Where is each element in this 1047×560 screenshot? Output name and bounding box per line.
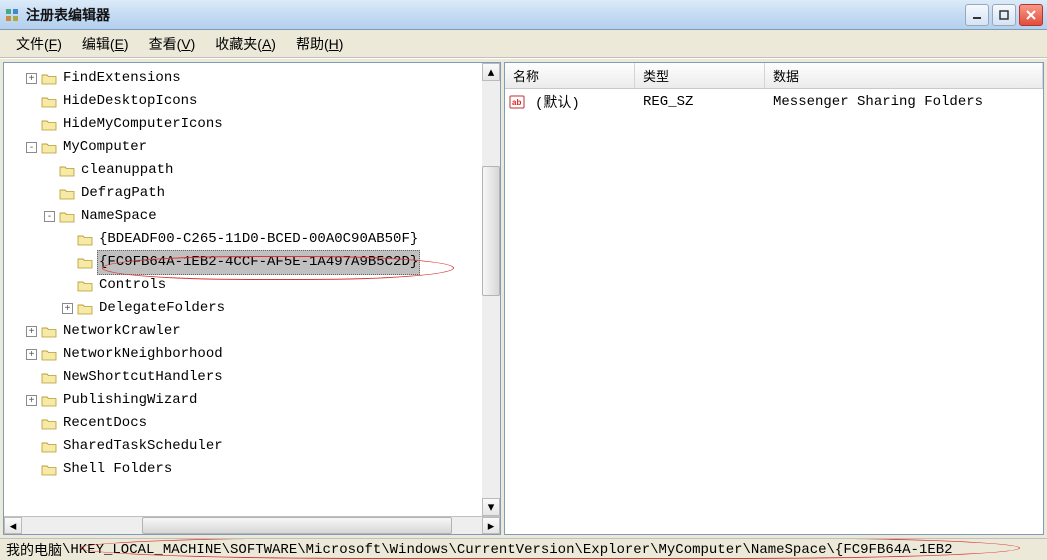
tree-item-label[interactable]: NetworkCrawler xyxy=(61,320,183,343)
scroll-thumb[interactable] xyxy=(482,166,500,296)
folder-icon xyxy=(77,256,93,270)
tree-item-label[interactable]: {BDEADF00-C265-11D0-BCED-00A0C90AB50F} xyxy=(97,228,420,251)
tree-item-label[interactable]: HideDesktopIcons xyxy=(61,90,199,113)
list-header: 名称 类型 数据 xyxy=(505,63,1043,89)
scroll-down-icon[interactable]: ▾ xyxy=(482,498,500,516)
close-button[interactable] xyxy=(1019,4,1043,26)
folder-icon xyxy=(41,325,57,339)
list-row[interactable]: ab (默认)REG_SZMessenger Sharing Folders xyxy=(505,91,1043,113)
statusbar: 我的电脑\HKEY_LOCAL_MACHINE\SOFTWARE\Microso… xyxy=(0,538,1047,560)
folder-icon xyxy=(77,279,93,293)
tree-item[interactable]: HideDesktopIcons xyxy=(8,90,500,113)
tree-horizontal-scrollbar[interactable]: ◂ ▸ xyxy=(4,516,500,534)
tree-item-label[interactable]: DefragPath xyxy=(79,182,167,205)
value-name: (默认) xyxy=(527,92,635,112)
tree-item-label[interactable]: cleanuppath xyxy=(79,159,175,182)
folder-icon xyxy=(59,210,75,224)
tree-item-label[interactable]: Controls xyxy=(97,274,168,297)
col-type[interactable]: 类型 xyxy=(635,63,765,88)
tree-item[interactable]: {BDEADF00-C265-11D0-BCED-00A0C90AB50F} xyxy=(8,228,500,251)
collapse-icon[interactable]: - xyxy=(44,211,55,222)
menu-favorites[interactable]: 收藏夹(A) xyxy=(205,30,286,58)
tree-item-label[interactable]: {FC9FB64A-1EB2-4CCF-AF5E-1A497A9B5C2D} xyxy=(97,250,420,275)
folder-icon xyxy=(41,371,57,385)
folder-icon xyxy=(41,417,57,431)
folder-icon xyxy=(41,394,57,408)
svg-text:ab: ab xyxy=(512,98,521,107)
tree-item-label[interactable]: Shell Folders xyxy=(61,458,174,481)
tree-item[interactable]: cleanuppath xyxy=(8,159,500,182)
tree-item-label[interactable]: NameSpace xyxy=(79,205,159,228)
folder-icon xyxy=(59,187,75,201)
tree-item[interactable]: HideMyComputerIcons xyxy=(8,113,500,136)
menu-edit[interactable]: 编辑(E) xyxy=(72,30,139,58)
tree-item-label[interactable]: HideMyComputerIcons xyxy=(61,113,225,136)
tree-vertical-scrollbar[interactable]: ▴ ▾ xyxy=(482,63,500,516)
menu-view[interactable]: 查看(V) xyxy=(139,30,206,58)
folder-icon xyxy=(41,141,57,155)
tree-item[interactable]: + FindExtensions xyxy=(8,67,500,90)
tree-item[interactable]: RecentDocs xyxy=(8,412,500,435)
scroll-thumb[interactable] xyxy=(142,517,452,534)
folder-icon xyxy=(41,72,57,86)
menu-help[interactable]: 帮助(H) xyxy=(286,30,353,58)
expand-icon[interactable]: + xyxy=(26,326,37,337)
tree-item[interactable]: NewShortcutHandlers xyxy=(8,366,500,389)
expand-icon[interactable]: + xyxy=(62,303,73,314)
tree-item-label[interactable]: MyComputer xyxy=(61,136,149,159)
tree-item-label[interactable]: FindExtensions xyxy=(61,67,183,90)
folder-icon xyxy=(77,233,93,247)
status-prefix: 我的电脑 xyxy=(6,540,62,560)
tree-item[interactable]: - NameSpace xyxy=(8,205,500,228)
values-panel: 名称 类型 数据 ab (默认)REG_SZMessenger Sharing F… xyxy=(504,62,1044,535)
titlebar: 注册表编辑器 xyxy=(0,0,1047,30)
registry-tree[interactable]: + FindExtensionsHideDesktopIconsHideMyCom… xyxy=(4,63,500,516)
tree-item[interactable]: + NetworkNeighborhood xyxy=(8,343,500,366)
tree-item-label[interactable]: NewShortcutHandlers xyxy=(61,366,225,389)
tree-item[interactable]: Shell Folders xyxy=(8,458,500,481)
folder-icon xyxy=(77,302,93,316)
tree-item-label[interactable]: RecentDocs xyxy=(61,412,149,435)
tree-item[interactable]: + PublishingWizard xyxy=(8,389,500,412)
tree-item[interactable]: + DelegateFolders xyxy=(8,297,500,320)
list-body[interactable]: ab (默认)REG_SZMessenger Sharing Folders xyxy=(505,89,1043,534)
tree-item[interactable]: Controls xyxy=(8,274,500,297)
status-path: \HKEY_LOCAL_MACHINE\SOFTWARE\Microsoft\W… xyxy=(62,542,953,558)
value-data: Messenger Sharing Folders xyxy=(765,94,991,110)
window-title: 注册表编辑器 xyxy=(26,5,965,25)
menu-file[interactable]: 文件(F) xyxy=(6,30,72,58)
col-name[interactable]: 名称 xyxy=(505,63,635,88)
col-data[interactable]: 数据 xyxy=(765,63,1043,88)
menubar: 文件(F) 编辑(E) 查看(V) 收藏夹(A) 帮助(H) xyxy=(0,30,1047,58)
expand-icon[interactable]: + xyxy=(26,395,37,406)
scroll-up-icon[interactable]: ▴ xyxy=(482,63,500,81)
tree-panel: + FindExtensionsHideDesktopIconsHideMyCom… xyxy=(3,62,501,535)
minimize-button[interactable] xyxy=(965,4,989,26)
folder-icon xyxy=(41,95,57,109)
tree-item-label[interactable]: SharedTaskScheduler xyxy=(61,435,225,458)
expand-icon[interactable]: + xyxy=(26,73,37,84)
scroll-right-icon[interactable]: ▸ xyxy=(482,517,500,534)
main-content: + FindExtensionsHideDesktopIconsHideMyCom… xyxy=(0,58,1047,538)
tree-item-label[interactable]: PublishingWizard xyxy=(61,389,199,412)
tree-item[interactable]: - MyComputer xyxy=(8,136,500,159)
tree-item-label[interactable]: DelegateFolders xyxy=(97,297,227,320)
scroll-left-icon[interactable]: ◂ xyxy=(4,517,22,534)
tree-item-label[interactable]: NetworkNeighborhood xyxy=(61,343,225,366)
tree-item[interactable]: + NetworkCrawler xyxy=(8,320,500,343)
value-type: REG_SZ xyxy=(635,94,765,110)
expand-icon[interactable]: + xyxy=(26,349,37,360)
folder-icon xyxy=(41,440,57,454)
folder-icon xyxy=(59,164,75,178)
folder-icon xyxy=(41,118,57,132)
maximize-button[interactable] xyxy=(992,4,1016,26)
collapse-icon[interactable]: - xyxy=(26,142,37,153)
folder-icon xyxy=(41,348,57,362)
tree-item[interactable]: DefragPath xyxy=(8,182,500,205)
folder-icon xyxy=(41,463,57,477)
tree-item[interactable]: {FC9FB64A-1EB2-4CCF-AF5E-1A497A9B5C2D} xyxy=(8,251,500,274)
tree-item[interactable]: SharedTaskScheduler xyxy=(8,435,500,458)
string-value-icon: ab xyxy=(509,94,525,110)
app-icon xyxy=(4,7,20,23)
